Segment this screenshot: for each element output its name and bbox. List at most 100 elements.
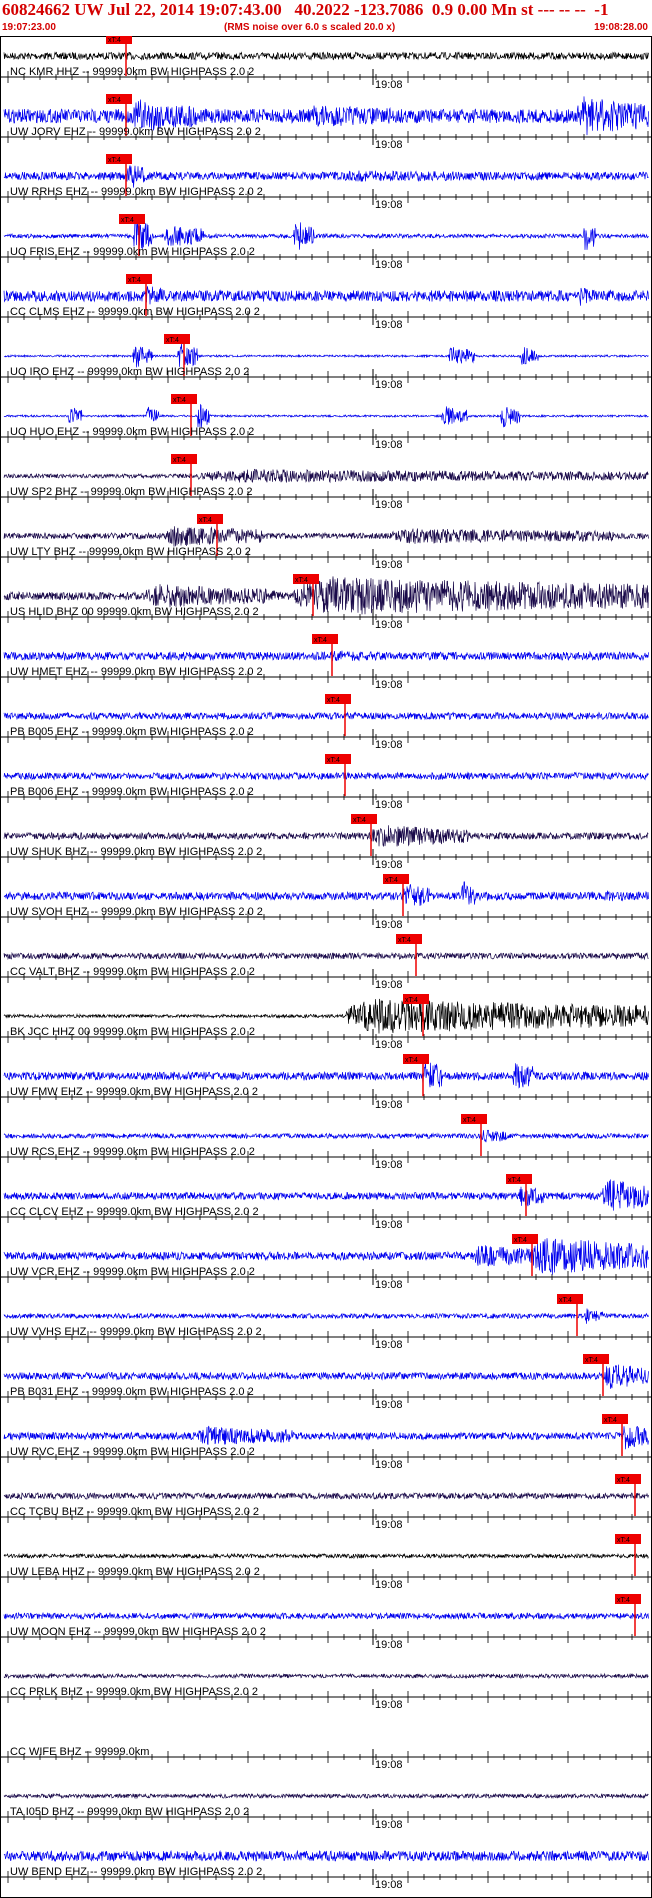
station-label: UO HUO EHZ -- 99999.0km BW HIGHPASS 2.0 … <box>10 426 254 438</box>
minute-label: 19:08 <box>375 139 403 151</box>
minute-label: 19:08 <box>375 1519 403 1531</box>
pick-label: xT:4 <box>166 337 179 344</box>
pick-label: xT:4 <box>128 277 141 284</box>
pick-label: xT:4 <box>173 457 186 464</box>
waveform-trace <box>3 881 649 906</box>
waveform-trace <box>3 526 649 547</box>
pick-label: xT:4 <box>617 1537 630 1544</box>
end-time: 19:08:28.00 <box>594 22 648 33</box>
minute-label: 19:08 <box>375 1339 403 1351</box>
pick-label: xT:4 <box>295 577 308 584</box>
minute-label: 19:08 <box>375 259 403 271</box>
waveform-trace <box>3 1792 649 1800</box>
station-label: UW SP2 BHZ -- 99999.0km BW HIGHPASS 2.0 … <box>10 486 252 498</box>
minute-label: 19:08 <box>375 1399 403 1411</box>
station-label: UW BEND EHZ -- 99999.0km BW HIGHPASS 2.0… <box>10 1866 262 1878</box>
station-label: CC CLCV EHZ -- 99999.0km BW HIGHPASS 2.0… <box>10 1206 259 1218</box>
pick-label: xT:4 <box>121 217 134 224</box>
minute-label: 19:08 <box>375 919 403 931</box>
station-label: UW FMW EHZ -- 99999.0km BW HIGHPASS 2.0 … <box>10 1086 258 1098</box>
rms-note: (RMS noise over 6.0 s scaled 20.0 x) <box>224 22 396 33</box>
pick-label: xT:4 <box>108 37 121 44</box>
waveform-trace <box>3 771 649 781</box>
waveform-trace <box>3 825 649 848</box>
minute-label: 19:08 <box>375 859 403 871</box>
waveform-trace <box>3 711 649 721</box>
pick-label: xT:4 <box>108 157 121 164</box>
station-label: PB B031 EHZ -- 99999.0km BW HIGHPASS 2.0… <box>10 1386 254 1398</box>
waveform-trace <box>3 1058 649 1089</box>
station-label: UW RRHS EHZ -- 99999.0km BW HIGHPASS 2.0… <box>10 186 263 198</box>
station-label: CC TCBU BHZ -- 99999.0km BW HIGHPASS 2.0… <box>10 1506 259 1518</box>
pick-label: xT:4 <box>385 877 398 884</box>
waveform-trace <box>3 403 649 428</box>
waveform-trace <box>3 1672 649 1680</box>
pick-label: xT:4 <box>173 397 186 404</box>
station-label: UW RCS EHZ -- 99999.0km BW HIGHPASS 2.0 … <box>10 1146 255 1158</box>
minute-label: 19:08 <box>375 199 403 211</box>
minute-label: 19:08 <box>375 1699 403 1711</box>
waveform-trace <box>3 1129 649 1143</box>
minute-label: 19:08 <box>375 1279 403 1291</box>
waveform-trace <box>3 1611 649 1621</box>
station-label: UW VCR EHZ -- 99999.0km BW HIGHPASS 2.0 … <box>10 1266 255 1278</box>
station-label: UW LTY BHZ -- 99999.0km BW HIGHPASS 2.0 … <box>10 546 251 558</box>
waveform-trace <box>3 650 649 662</box>
pick-label: xT:4 <box>514 1237 527 1244</box>
pick-label: xT:4 <box>405 997 418 1004</box>
station-label: UW RVC EHZ -- 99999.0km BW HIGHPASS 2.0 … <box>10 1446 255 1458</box>
station-label: UW JORV EHZ -- 99999.0km BW HIGHPASS 2.0… <box>10 126 261 138</box>
pick-label: xT:4 <box>327 757 340 764</box>
pick-label: xT:4 <box>108 97 121 104</box>
minute-label: 19:08 <box>375 679 403 691</box>
station-label: UW MOON EHZ -- 99999.0km BW HIGHPASS 2.0… <box>10 1626 266 1638</box>
waveform-trace <box>3 51 649 61</box>
minute-label: 19:08 <box>375 1579 403 1591</box>
waveform-trace <box>3 1849 649 1863</box>
station-label: UW SHUK BHZ -- 99999.0km BW HIGHPASS 2.0… <box>10 846 262 858</box>
minute-label: 19:08 <box>375 1459 403 1471</box>
minute-label: 19:08 <box>375 439 403 451</box>
minute-label: 19:08 <box>375 799 403 811</box>
minute-label: 19:08 <box>375 1219 403 1231</box>
station-label: US HLID BHZ 00 99999.0km BW HIGHPASS 2.0… <box>10 606 259 618</box>
station-label: NC KMR HHZ -- 99999.0km BW HIGHPASS 2.0 … <box>10 66 254 78</box>
station-label: UW SVOH EHZ -- 99999.0km BW HIGHPASS 2.0… <box>10 906 263 918</box>
waveform-trace <box>3 286 649 306</box>
waveform-trace <box>3 165 649 188</box>
station-label: PB B005 EHZ -- 99999.0km BW HIGHPASS 2.0… <box>10 726 254 738</box>
plot-header: 60824662 UW Jul 22, 2014 19:07:43.00 40.… <box>0 0 652 36</box>
pick-label: xT:4 <box>199 517 212 524</box>
start-time: 19:07:23.00 <box>2 22 56 33</box>
pick-label: xT:4 <box>604 1417 617 1424</box>
pick-label: xT:4 <box>398 937 411 944</box>
pick-label: xT:4 <box>559 1297 572 1304</box>
pick-label: xT:4 <box>314 637 327 644</box>
minute-label: 19:08 <box>375 1819 403 1831</box>
waveform-trace <box>3 951 649 961</box>
station-label: CC PRLK BHZ -- 99999.0km BW HIGHPASS 2.0… <box>10 1686 258 1698</box>
waveform-trace <box>3 468 649 484</box>
minute-label: 19:08 <box>375 1159 403 1171</box>
minute-label: 19:08 <box>375 559 403 571</box>
minute-label: 19:08 <box>375 739 403 751</box>
minute-label: 19:08 <box>375 1039 403 1051</box>
station-label: UW LEBA HHZ -- 99999.0km BW HIGHPASS 2.0… <box>10 1566 260 1578</box>
pick-label: xT:4 <box>405 1057 418 1064</box>
station-label: PB B006 EHZ -- 99999.0km BW HIGHPASS 2.0… <box>10 786 254 798</box>
station-label: UW HMET EHZ -- 99999.0km BW HIGHPASS 2.0… <box>10 666 263 678</box>
station-label: UO FRIS EHZ -- 99999.0km BW HIGHPASS 2.0… <box>10 246 255 258</box>
seismogram-plot: 19:08 xT:4 NC KMR HHZ -- 99999.0km BW HIGH… <box>0 36 652 1898</box>
minute-label: 19:08 <box>375 79 403 91</box>
pick-label: xT:4 <box>585 1357 598 1364</box>
pick-label: xT:4 <box>617 1477 630 1484</box>
station-label: UW VVHS EHZ -- 99999.0km BW HIGHPASS 2.0… <box>10 1326 262 1338</box>
station-label: BK JCC HHZ 00 99999.0km BW HIGHPASS 2.0 … <box>10 1026 255 1038</box>
minute-label: 19:08 <box>375 1099 403 1111</box>
station-label: CC VALT BHZ -- 99999.0km BW HIGHPASS 2.0… <box>10 966 255 978</box>
waveform-trace <box>3 1308 649 1324</box>
pick-label: xT:4 <box>617 1597 630 1604</box>
minute-label: 19:08 <box>375 619 403 631</box>
waveform-trace <box>3 343 649 368</box>
station-label: CC WIFE BHZ -- 99999.0km <box>10 1746 149 1758</box>
